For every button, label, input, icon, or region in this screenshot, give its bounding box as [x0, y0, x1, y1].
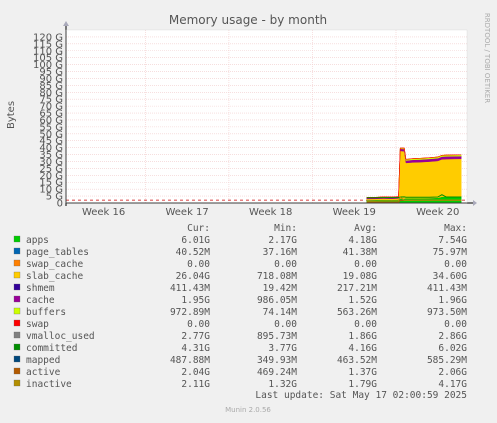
- legend-value-active-min: 469.24M: [257, 367, 297, 378]
- legend-swatch-inactive: [13, 379, 21, 387]
- legend-swatch-active: [13, 367, 21, 375]
- legend-value-active-avg: 1.37G: [348, 367, 377, 378]
- legend-value-page_tables-avg: 41.38M: [343, 247, 378, 258]
- legend-value-active-max: 2.06G: [438, 367, 467, 378]
- legend-value-vmalloc_used-cur: 2.77G: [181, 331, 210, 342]
- legend-value-mapped-min: 349.93M: [257, 355, 297, 366]
- legend-value-inactive-max: 4.17G: [438, 379, 467, 390]
- chart-canvas: Memory usage - by month Bytes RRDTOOL / …: [0, 0, 497, 419]
- legend-value-slab_cache-max: 34.60G: [433, 271, 468, 282]
- legend-value-buffers-cur: 972.89M: [170, 307, 210, 318]
- legend-value-buffers-min: 74.14M: [263, 307, 298, 318]
- legend-column-header: Max:: [444, 223, 467, 234]
- legend-value-buffers-max: 973.50M: [427, 307, 467, 318]
- legend-value-committed-cur: 4.31G: [181, 343, 210, 354]
- legend-value-vmalloc_used-min: 895.73M: [257, 331, 297, 342]
- legend-value-page_tables-cur: 40.52M: [176, 247, 211, 258]
- legend-label-swap: swap: [26, 319, 49, 330]
- legend-swatch-swap: [13, 319, 21, 327]
- legend-value-swap_cache-cur: 0.00: [187, 259, 210, 270]
- legend-value-cache-avg: 1.52G: [348, 295, 377, 306]
- legend-label-shmem: shmem: [26, 283, 55, 294]
- x-tick-label: Week 16: [82, 207, 125, 218]
- plot-area: 05 G10 G15 G20 G25 G30 G35 G40 G45 G50 G…: [33, 21, 477, 218]
- legend-value-swap_cache-min: 0.00: [274, 259, 297, 270]
- legend-value-page_tables-max: 75.97M: [433, 247, 468, 258]
- legend-value-page_tables-min: 37.16M: [263, 247, 298, 258]
- legend-value-mapped-cur: 487.88M: [170, 355, 210, 366]
- legend-value-swap-max: 0.00: [444, 319, 467, 330]
- legend-value-cache-min: 986.05M: [257, 295, 297, 306]
- legend-value-active-cur: 2.04G: [181, 367, 210, 378]
- munin-version: Munin 2.0.56: [225, 406, 271, 414]
- legend-value-swap-cur: 0.00: [187, 319, 210, 330]
- x-tick-label: Week 18: [249, 207, 292, 218]
- chart-title: Memory usage - by month: [169, 13, 327, 27]
- legend-value-shmem-max: 411.43M: [427, 283, 467, 294]
- legend-value-swap-avg: 0.00: [354, 319, 377, 330]
- legend-label-committed: committed: [26, 343, 77, 354]
- legend-value-swap_cache-max: 0.00: [444, 259, 467, 270]
- legend-label-inactive: inactive: [26, 379, 72, 390]
- legend-label-page_tables: page_tables: [26, 247, 89, 258]
- rrdtool-credit: RRDTOOL / TOBI OETIKER: [483, 13, 491, 103]
- legend-value-shmem-min: 19.42M: [263, 283, 298, 294]
- x-tick-label: Week 20: [416, 207, 459, 218]
- legend-value-apps-max: 7.54G: [438, 235, 467, 246]
- legend-value-mapped-avg: 463.52M: [337, 355, 377, 366]
- legend-value-vmalloc_used-max: 2.86G: [438, 331, 467, 342]
- legend-value-slab_cache-avg: 19.08G: [343, 271, 378, 282]
- legend-value-swap_cache-avg: 0.00: [354, 259, 377, 270]
- memory-usage-chart: Memory usage - by month Bytes RRDTOOL / …: [0, 0, 497, 419]
- legend-swatch-mapped: [13, 355, 21, 363]
- legend-value-inactive-min: 1.32G: [268, 379, 297, 390]
- legend-value-apps-cur: 6.01G: [181, 235, 210, 246]
- legend-label-swap_cache: swap_cache: [26, 259, 83, 270]
- x-tick-label: Week 19: [333, 207, 376, 218]
- y-tick-label: 120 G: [33, 32, 63, 43]
- legend-label-vmalloc_used: vmalloc_used: [26, 331, 95, 342]
- legend-label-active: active: [26, 367, 61, 378]
- legend-value-cache-cur: 1.95G: [181, 295, 210, 306]
- legend-swatch-committed: [13, 343, 21, 351]
- legend-swatch-vmalloc_used: [13, 331, 21, 339]
- legend-value-apps-avg: 4.18G: [348, 235, 377, 246]
- legend-swatch-shmem: [13, 283, 21, 291]
- legend-value-shmem-cur: 411.43M: [170, 283, 210, 294]
- legend-swatch-apps: [13, 235, 21, 243]
- legend-column-header: Avg:: [354, 223, 377, 234]
- legend-value-buffers-avg: 563.26M: [337, 307, 377, 318]
- legend-swatch-buffers: [13, 307, 21, 315]
- legend-value-committed-avg: 4.16G: [348, 343, 377, 354]
- x-tick-label: Week 17: [165, 207, 208, 218]
- legend-value-inactive-cur: 2.11G: [181, 379, 210, 390]
- legend-swatch-cache: [13, 295, 21, 303]
- legend-value-apps-min: 2.17G: [268, 235, 297, 246]
- legend-value-swap-min: 0.00: [274, 319, 297, 330]
- legend-column-header: Min:: [274, 223, 297, 234]
- legend-label-apps: apps: [26, 235, 49, 246]
- legend-value-slab_cache-min: 718.08M: [257, 271, 297, 282]
- last-update-text: Last update: Sat May 17 02:00:59 2025: [255, 390, 467, 401]
- legend-value-committed-max: 6.02G: [438, 343, 467, 354]
- legend-label-buffers: buffers: [26, 307, 66, 318]
- legend-value-inactive-avg: 1.79G: [348, 379, 377, 390]
- legend-value-committed-min: 3.77G: [268, 343, 297, 354]
- legend-label-slab_cache: slab_cache: [26, 271, 83, 282]
- legend-value-mapped-max: 585.29M: [427, 355, 467, 366]
- legend-swatch-page_tables: [13, 247, 21, 255]
- legend-value-shmem-avg: 217.21M: [337, 283, 377, 294]
- legend-column-header: Cur:: [187, 223, 210, 234]
- legend-value-slab_cache-cur: 26.04G: [176, 271, 211, 282]
- legend-value-vmalloc_used-avg: 1.86G: [348, 331, 377, 342]
- legend-label-cache: cache: [26, 295, 55, 306]
- legend-label-mapped: mapped: [26, 355, 60, 366]
- legend-value-cache-max: 1.96G: [438, 295, 467, 306]
- legend-swatch-slab_cache: [13, 271, 21, 279]
- legend-swatch-swap_cache: [13, 259, 21, 267]
- y-axis-label: Bytes: [6, 101, 17, 129]
